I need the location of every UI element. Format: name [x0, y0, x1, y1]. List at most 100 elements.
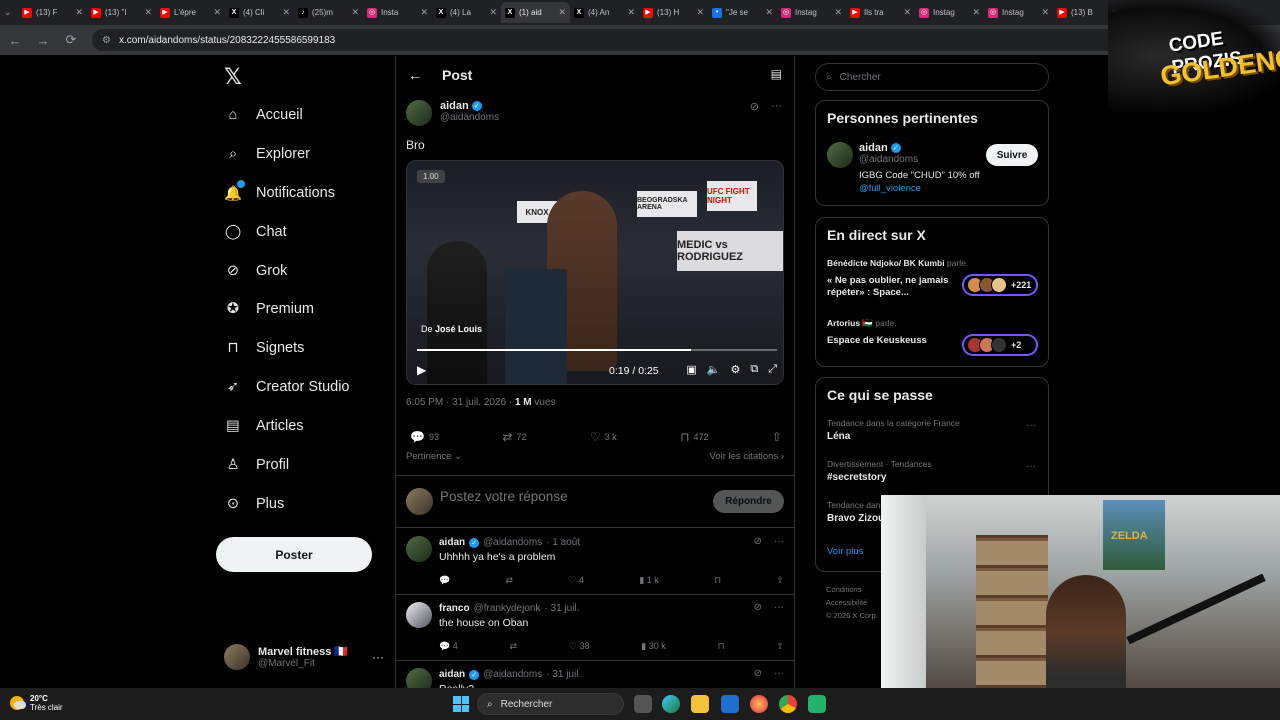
site-info-icon[interactable]: ⚙	[102, 35, 111, 46]
bookmark-button[interactable]: ⊓	[718, 641, 725, 652]
grok-icon[interactable]: ⊘	[754, 536, 762, 547]
reply-date[interactable]: · 31 juil.	[544, 603, 579, 614]
browser-tab[interactable]: ◎ Insta ✕	[363, 2, 432, 23]
store-icon[interactable]	[721, 695, 739, 713]
author-name[interactable]: aidan	[440, 100, 469, 112]
reply-post[interactable]: aidan ✓ @aidandoms · 1 août Uhhhh ya he's a …	[396, 529, 794, 595]
nav-item-explorer[interactable]: ⌕ Explorer	[224, 138, 310, 170]
browser-tab[interactable]: ◎ Instag ✕	[984, 2, 1053, 23]
browser-tab[interactable]: X (1) aid ✕	[501, 2, 570, 23]
close-tab-icon[interactable]: ✕	[627, 7, 635, 18]
relevant-bio-link[interactable]: @full_violence	[859, 183, 980, 194]
x-logo[interactable]: 𝕏	[224, 64, 242, 90]
bookmark-button[interactable]: ⊓ 472	[680, 430, 708, 444]
browser-tab[interactable]: X (4) La ✕	[432, 2, 501, 23]
browser-tab[interactable]: ▶ (13) F ✕	[18, 2, 87, 23]
captions-icon[interactable]: ▣	[686, 363, 696, 376]
browser-tab[interactable]: X (4) Cli ✕	[225, 2, 294, 23]
firefox-icon[interactable]	[750, 695, 768, 713]
repost-button[interactable]: ⇄ 72	[502, 430, 526, 444]
nav-item-creator-studio[interactable]: ➶ Creator Studio	[224, 371, 350, 403]
footer-terms[interactable]: Conditions	[826, 583, 878, 596]
taskbar-search[interactable]: ⌕ Rechercher	[477, 693, 624, 715]
back-icon[interactable]: ←	[8, 33, 22, 48]
close-tab-icon[interactable]: ✕	[558, 7, 566, 18]
close-tab-icon[interactable]: ✕	[1041, 7, 1049, 18]
live-title[interactable]: « Ne pas oublier, ne jamais répéter» : S…	[827, 275, 957, 299]
avatar[interactable]	[406, 602, 432, 628]
avatar[interactable]	[827, 142, 853, 168]
reply-date[interactable]: · 31 juil.	[546, 669, 581, 680]
close-tab-icon[interactable]: ✕	[282, 7, 290, 18]
share-button[interactable]: ⇧	[776, 641, 784, 652]
live-host[interactable]: Bénédicte Ndjoko/ BK Kumbi parle.	[827, 258, 968, 268]
reply-button[interactable]: 💬 4	[439, 641, 458, 652]
browser-tab[interactable]: ♪ (25)m ✕	[294, 2, 363, 23]
browser-tab[interactable]: ▶ (13) "I ✕	[87, 2, 156, 23]
reply-handle[interactable]: @frankydejonk	[474, 603, 541, 614]
file-explorer-icon[interactable]	[691, 695, 709, 713]
video-player[interactable]: MEDIC vs RODRIGUEZ UFC FIGHT NIGHT KNOX …	[406, 160, 784, 385]
reload-icon[interactable]: ⟳	[64, 32, 78, 48]
sort-dropdown[interactable]: Pertinence ⌄	[406, 451, 462, 462]
show-more-link[interactable]: Voir plus	[827, 546, 863, 557]
reply-date[interactable]: · 1 août	[546, 537, 580, 548]
browser-tab[interactable]: ◎ Instag ✕	[915, 2, 984, 23]
grok-icon[interactable]: ⊘	[754, 668, 762, 679]
back-arrow-icon[interactable]: ←	[408, 67, 422, 83]
author-handle[interactable]: @aidandoms	[440, 112, 499, 123]
trend-item[interactable]: Divertissement · Tendances #secretstory	[827, 459, 932, 483]
reply-author[interactable]: aidan	[439, 537, 465, 548]
browser-tab[interactable]: ◎ Instag ✕	[777, 2, 846, 23]
reply-author[interactable]: franco	[439, 603, 470, 614]
close-tab-icon[interactable]: ✕	[489, 7, 497, 18]
reply-input[interactable]	[440, 489, 690, 504]
close-tab-icon[interactable]: ✕	[420, 7, 428, 18]
fullscreen-icon[interactable]: ⤢	[768, 363, 777, 376]
like-button[interactable]: ♡ 4	[568, 575, 584, 586]
reply-author[interactable]: aidan	[439, 669, 465, 680]
more-icon[interactable]: ···	[774, 536, 784, 547]
more-icon[interactable]: ···	[1026, 461, 1036, 472]
avatar[interactable]	[406, 668, 432, 688]
task-view-icon[interactable]	[634, 695, 652, 713]
settings-icon[interactable]: ⚙	[730, 363, 740, 376]
close-tab-icon[interactable]: ✕	[765, 7, 773, 18]
close-tab-icon[interactable]: ✕	[972, 7, 980, 18]
post-author[interactable]: aidan ✓ @aidandoms	[406, 100, 499, 126]
close-tab-icon[interactable]: ✕	[144, 7, 152, 18]
close-tab-icon[interactable]: ✕	[903, 7, 911, 18]
nav-item-premium[interactable]: ✪ Premium	[224, 293, 314, 325]
live-host[interactable]: Artorius 🇵🇸 parle.	[827, 318, 897, 329]
more-icon[interactable]: ···	[372, 650, 384, 664]
nav-item-signets[interactable]: ⊓ Signets	[224, 332, 304, 364]
share-button[interactable]: ⇧	[776, 575, 784, 586]
live-title[interactable]: Espace de Keuskeuss	[827, 335, 957, 347]
more-icon[interactable]: ···	[774, 602, 784, 613]
like-button[interactable]: ♡ 3 k	[590, 430, 617, 444]
like-button[interactable]: ♡ 38	[569, 641, 590, 652]
reply-button[interactable]: 💬 93	[410, 430, 439, 444]
relevant-handle[interactable]: @aidandoms	[859, 154, 980, 165]
share-button[interactable]: ⇧	[772, 430, 782, 444]
nav-item-notifications[interactable]: 🔔 Notifications	[224, 177, 335, 209]
url-field[interactable]: ⚙ x.com/aidandoms/status/208322245558659…	[92, 29, 1132, 51]
tab-list-icon[interactable]: ⌄	[4, 7, 18, 18]
nav-item-grok[interactable]: ⊘ Grok	[224, 255, 288, 287]
repost-button[interactable]: ⇄	[506, 575, 514, 586]
volume-icon[interactable]: 🔈	[707, 363, 721, 376]
video-progress[interactable]	[417, 349, 777, 351]
search-input[interactable]: ⌕ Chercher	[815, 63, 1049, 91]
chrome-icon[interactable]	[779, 695, 797, 713]
nav-item-plus[interactable]: ⊙ Plus	[224, 488, 284, 520]
browser-tab[interactable]: ▶ (13) H ✕	[639, 2, 708, 23]
more-icon[interactable]: ···	[771, 100, 782, 113]
reply-post[interactable]: franco @frankydejonk · 31 juil. the house o…	[396, 595, 794, 661]
reply-post[interactable]: aidan✓@aidandoms· 31 juil.Really?⊘···	[396, 661, 794, 688]
weather-widget[interactable]: 20°C Très clair	[10, 694, 63, 712]
close-tab-icon[interactable]: ✕	[696, 7, 704, 18]
trend-item[interactable]: Tendance dans la catégorie France Léna	[827, 418, 960, 442]
account-switcher[interactable]: Marvel fitness 🇫🇷 @Marvel_Fit ···	[224, 644, 384, 670]
close-tab-icon[interactable]: ✕	[213, 7, 221, 18]
avatar[interactable]	[406, 100, 432, 126]
